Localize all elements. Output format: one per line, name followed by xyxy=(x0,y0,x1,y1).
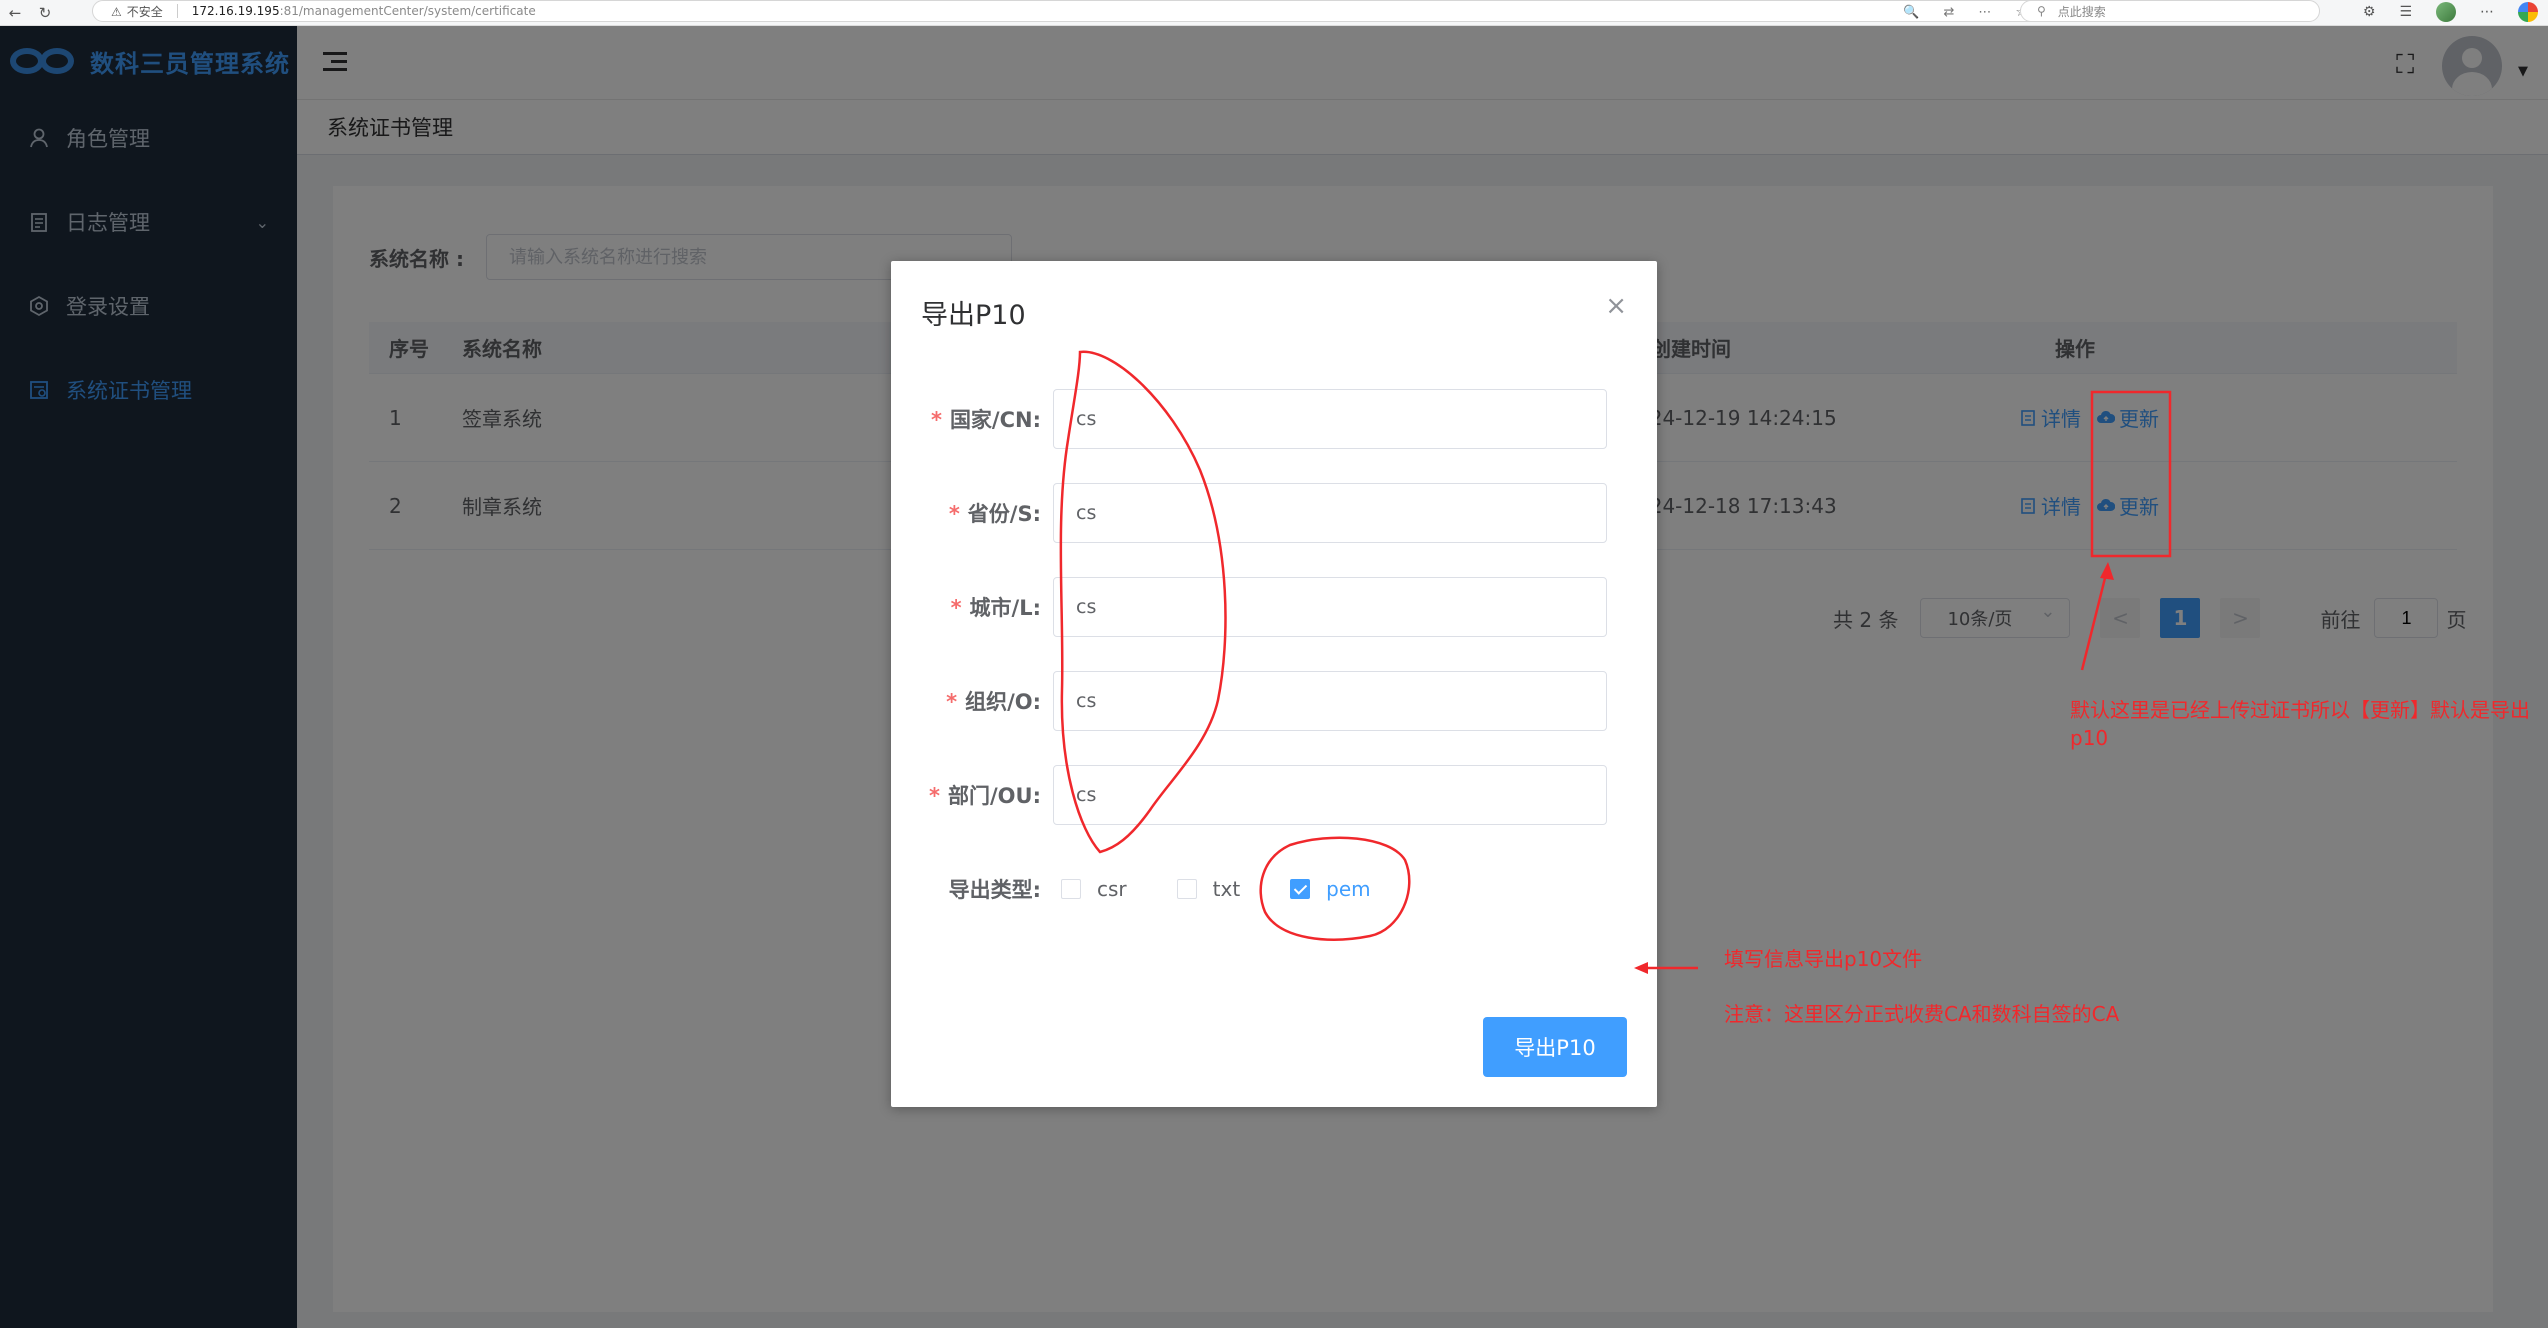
export-type-checkbox-group: csr txt pem xyxy=(1053,877,1371,901)
zoom-icon[interactable]: 🔍 xyxy=(1903,5,1919,20)
back-icon[interactable]: ← xyxy=(0,4,30,22)
required-mark: * xyxy=(929,784,941,808)
form-row-country: * 国家/CN: xyxy=(891,389,1657,449)
checkbox-box[interactable] xyxy=(1061,879,1081,899)
export-p10-button[interactable]: 导出P10 xyxy=(1483,1017,1627,1077)
close-icon[interactable]: × xyxy=(1605,291,1627,321)
address-bar[interactable]: 不安全 172.16.19.195:81/managementCenter/sy… xyxy=(92,0,2042,22)
organization-input[interactable] xyxy=(1053,671,1607,731)
required-mark: * xyxy=(948,502,960,526)
reload-icon[interactable]: ↻ xyxy=(30,4,60,22)
menu-dots-icon[interactable]: ⋯ xyxy=(2480,4,2494,20)
field-label: * 城市/L: xyxy=(950,596,1041,620)
extension-icon[interactable]: ⚙ xyxy=(2363,4,2376,20)
form-row-city: * 城市/L: xyxy=(891,577,1657,637)
field-label: * 组织/O: xyxy=(946,690,1041,714)
required-mark: * xyxy=(930,408,942,432)
export-type-pem-checkbox[interactable]: pem xyxy=(1290,877,1371,901)
more-options-icon[interactable]: ⋯ xyxy=(1978,5,1991,20)
export-type-csr-checkbox[interactable]: csr xyxy=(1061,877,1127,901)
export-p10-dialog: 导出P10 × *国家/CN: *省份/S: *城市/L: *组织/O: *部门… xyxy=(891,261,1657,1107)
dialog-title: 导出P10 xyxy=(921,300,1026,331)
address-bar-icons: 🔍 ⇄ ⋯ ☆ xyxy=(1903,1,2027,23)
browser-toolbar: ← ↻ 不安全 172.16.19.195:81/managementCente… xyxy=(0,0,2548,26)
department-input[interactable] xyxy=(1053,765,1607,825)
province-input[interactable] xyxy=(1053,483,1607,543)
country-input[interactable] xyxy=(1053,389,1607,449)
export-type-txt-checkbox[interactable]: txt xyxy=(1176,877,1240,901)
search-placeholder: 点此搜索 xyxy=(2057,4,2106,19)
search-icon: ⚲ xyxy=(2037,4,2046,18)
url-path: :81/managementCenter/system/certificate xyxy=(279,4,536,18)
form-row-organization: * 组织/O: xyxy=(891,671,1657,731)
field-label: * 部门/OU: xyxy=(929,784,1041,808)
city-input[interactable] xyxy=(1053,577,1607,637)
required-mark: * xyxy=(950,596,962,620)
annotation-note-fill: 填写信息导出p10文件 xyxy=(1724,947,1923,971)
url-host: 172.16.19.195 xyxy=(191,4,280,18)
field-label: * 省份/S: xyxy=(948,502,1041,526)
annotation-note-ca: 注意：这里区分正式收费CA和数科自签的CA xyxy=(1724,1002,2120,1026)
form-row-export-type: 导出类型: csr txt pem xyxy=(891,859,1657,919)
url-separator xyxy=(176,4,178,18)
field-label: * 国家/CN: xyxy=(930,408,1041,432)
insecure-badge[interactable]: 不安全 xyxy=(111,3,163,20)
form-row-province: * 省份/S: xyxy=(891,483,1657,543)
profile-avatar-icon[interactable] xyxy=(2436,2,2456,22)
browser-right-icons: ⚙ ☰ ⋯ xyxy=(2363,0,2538,24)
browser-search-box[interactable]: ⚲ 点此搜索 xyxy=(2020,0,2320,22)
translate-icon[interactable]: ⇄ xyxy=(1943,5,1954,20)
required-mark: * xyxy=(946,690,958,714)
form-row-department: * 部门/OU: xyxy=(891,765,1657,825)
field-label: 导出类型: xyxy=(948,878,1041,902)
checkbox-box[interactable] xyxy=(1290,879,1311,899)
annotation-note-update: 默认这里是已经上传过证书所以【更新】默认是导出p10 xyxy=(2070,698,2530,750)
browser-app-icon[interactable] xyxy=(2518,2,2538,22)
checkbox-box[interactable] xyxy=(1176,879,1197,899)
favorites-icon[interactable]: ☰ xyxy=(2399,4,2412,20)
